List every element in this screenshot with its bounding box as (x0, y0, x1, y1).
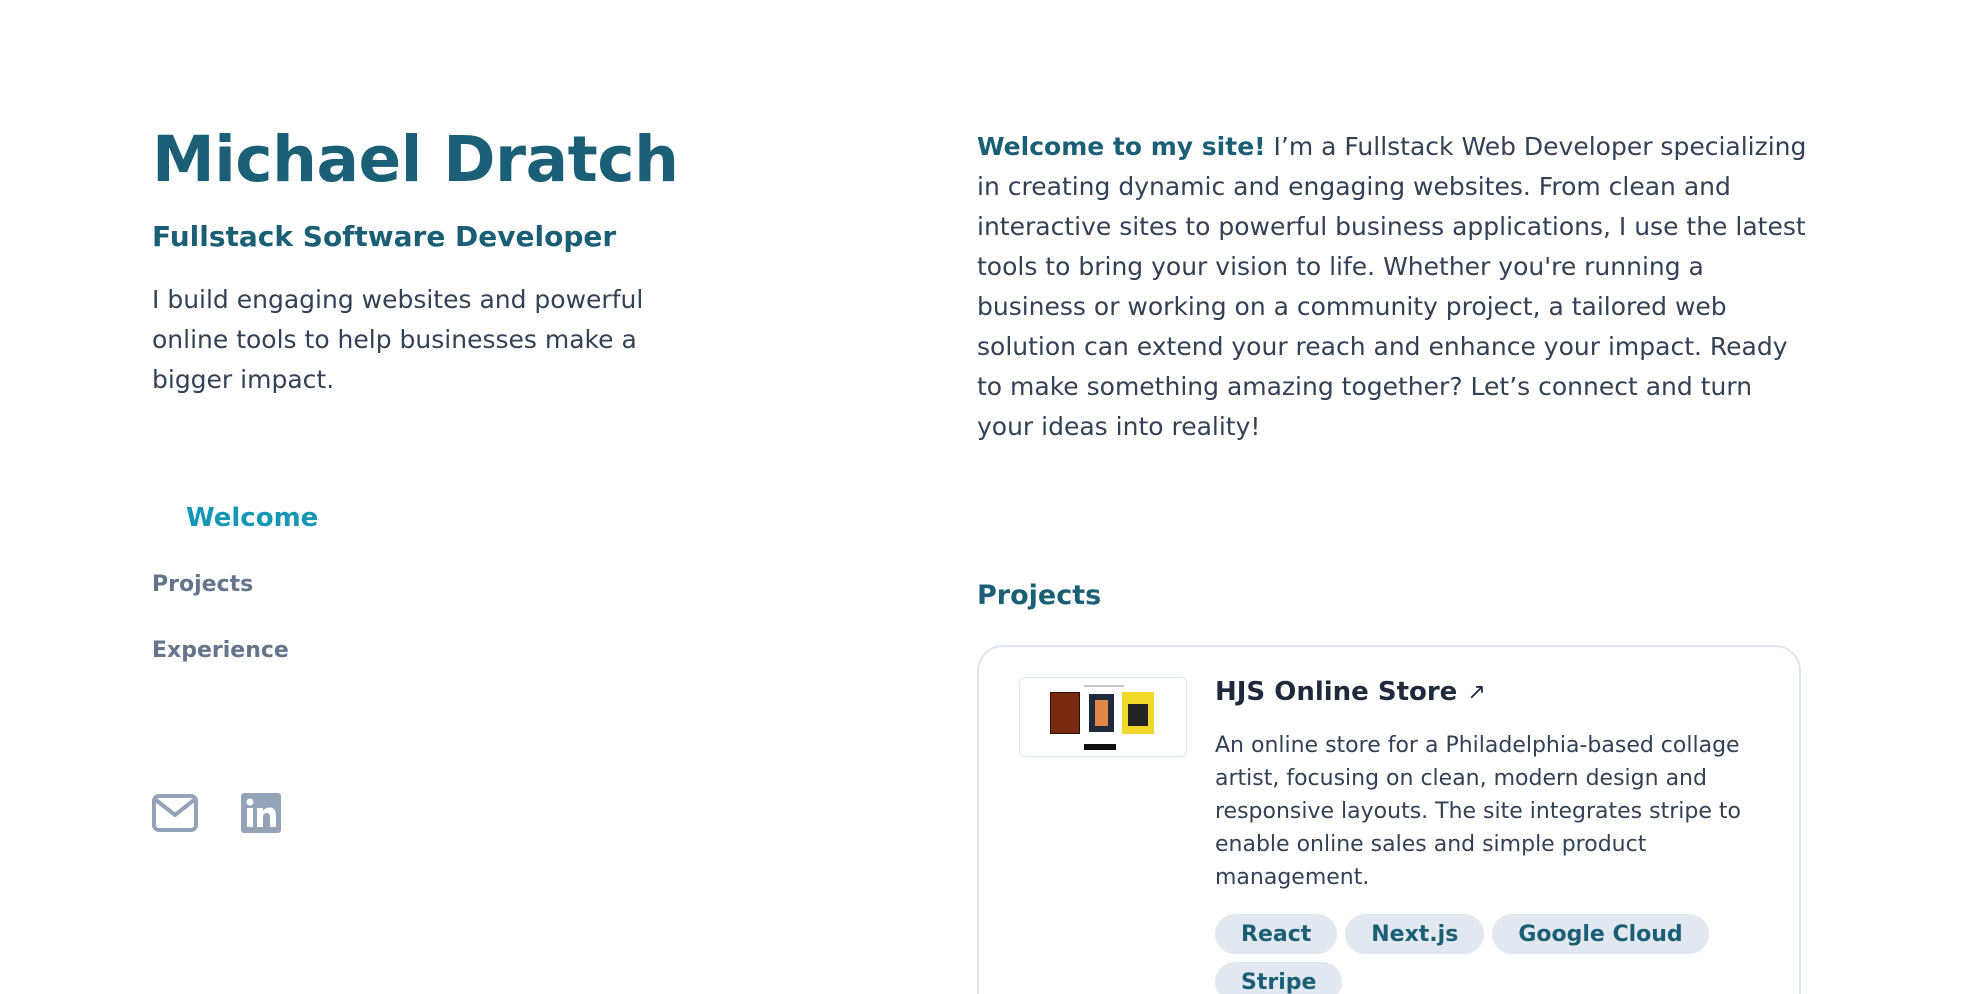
tech-tags: React Next.js Google Cloud Stripe (1215, 914, 1775, 994)
nav-item-projects[interactable]: Projects (152, 561, 318, 607)
tech-tag: Google Cloud (1492, 914, 1709, 954)
nav-item-experience[interactable]: Experience (152, 627, 318, 673)
project-title: HJS Online Store (1215, 677, 1458, 707)
section-nav: Welcome Projects Experience (152, 495, 318, 673)
project-title-link[interactable]: HJS Online Store ↗ (1215, 677, 1775, 707)
content-column: Welcome to my site! I’m a Fullstack Web … (977, 0, 1809, 994)
page-title: Michael Dratch (152, 123, 679, 196)
job-title: Fullstack Software Developer (152, 220, 617, 253)
intro-text: I build engaging websites and powerful o… (152, 285, 644, 394)
project-card-body: HJS Online Store ↗ An online store for a… (1215, 677, 1775, 994)
linkedin-link[interactable] (238, 790, 284, 836)
external-link-arrow-icon: ↗ (1467, 679, 1486, 705)
email-link[interactable] (152, 790, 198, 836)
nav-item-welcome[interactable]: Welcome (152, 495, 318, 541)
project-thumbnail (1019, 677, 1187, 757)
projects-heading: Projects (977, 580, 1102, 611)
about-body: I’m a Fullstack Web Developer specializi… (977, 132, 1807, 441)
about-lead: Welcome to my site! (977, 132, 1266, 161)
profile-column: Michael Dratch Fullstack Software Develo… (152, 0, 712, 994)
tech-tag: Stripe (1215, 962, 1343, 994)
tech-tag: React (1215, 914, 1338, 954)
tech-tag: Next.js (1345, 914, 1485, 954)
about-text: Welcome to my site! I’m a Fullstack Web … (977, 127, 1807, 447)
linkedin-icon (241, 793, 281, 833)
social-links (152, 790, 284, 836)
project-description: An online store for a Philadelphia-based… (1215, 733, 1741, 890)
mail-icon (152, 794, 198, 832)
project-card[interactable]: HJS Online Store ↗ An online store for a… (977, 645, 1801, 994)
